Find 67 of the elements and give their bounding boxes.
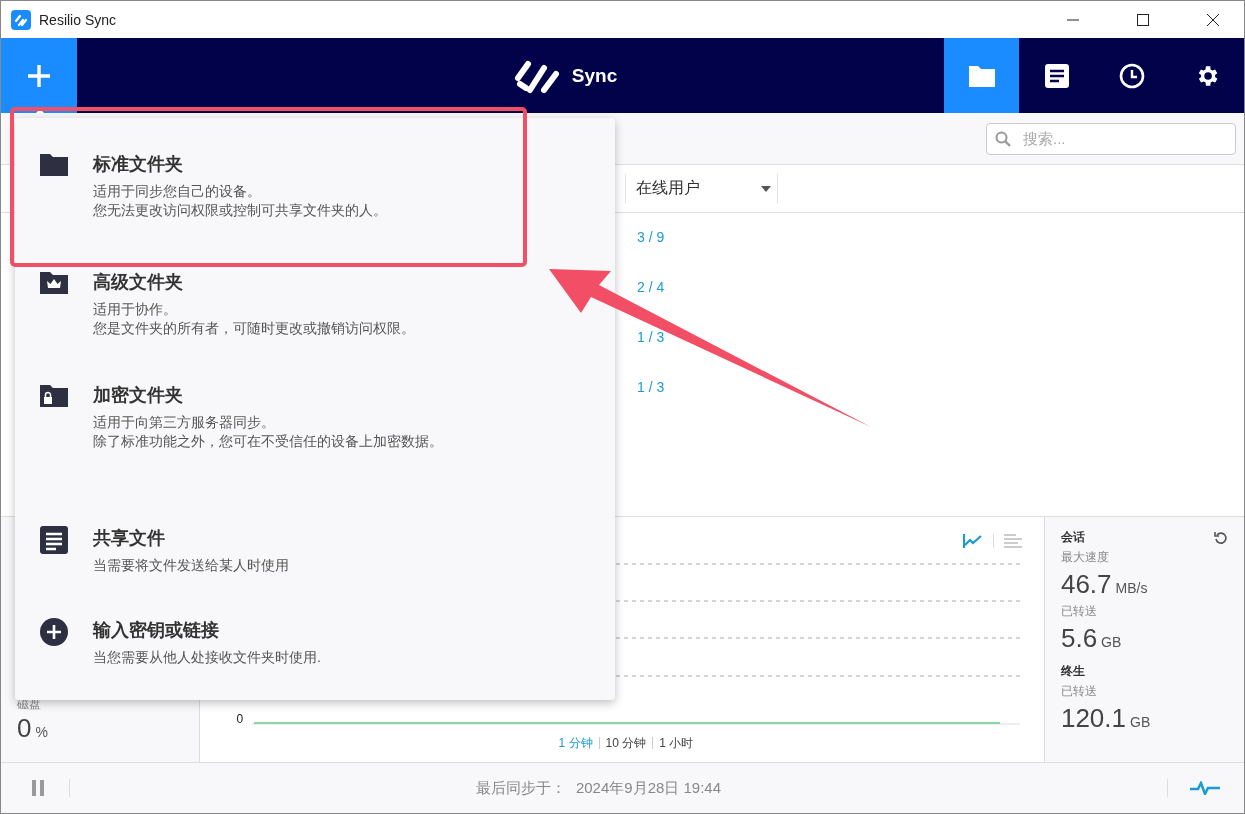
stat-unit: GB <box>1130 714 1151 730</box>
line-chart-icon <box>962 533 983 549</box>
lock-folder-icon <box>40 383 68 407</box>
stat-value: 46.7 <box>1060 569 1112 600</box>
plus-circle-icon <box>40 618 68 646</box>
menu-item-title: 输入密钥或链接 <box>93 619 220 642</box>
table-cell-text: 1 / 3 <box>637 379 666 397</box>
folder-icon <box>40 152 68 176</box>
disk-value: 0 <box>17 713 32 744</box>
clock-icon <box>1118 62 1145 89</box>
menu-item-description: 您是文件夹的所有者，可随时更改或撤销访问权限。 <box>93 319 415 338</box>
menu-item[interactable]: 标准文件夹 适用于同步您自己的设备。 您无法更改访问权限或控制可共享文件夹的人。 <box>40 152 387 220</box>
menu-item-description: 适用于同步您自己的设备。 <box>93 182 262 201</box>
stat-label: 已转送 <box>1060 683 1098 700</box>
document-icon <box>1044 63 1069 88</box>
menu-item[interactable]: 高级文件夹 适用于协作。 您是文件夹的所有者，可随时更改或撤销访问权限。 <box>40 270 415 338</box>
menu-item-description: 您无法更改访问权限或控制可共享文件夹的人。 <box>93 201 387 220</box>
pause-icon <box>31 780 45 796</box>
time-range-tab[interactable]: 10 分钟 <box>599 734 653 752</box>
window-title: Resilio Sync <box>39 11 118 28</box>
menu-item[interactable]: 共享文件 当需要将文件发送给某人时使用 <box>40 526 289 575</box>
maximize-icon <box>1137 13 1149 26</box>
menu-item-description: 当您需要从他人处接收文件夹时使用. <box>93 648 321 667</box>
menu-item-title: 加密文件夹 <box>93 384 184 407</box>
search-field[interactable]: 搜索... <box>986 122 1236 155</box>
status-time: 2024年9月28日 19:44 <box>575 778 722 798</box>
menu-item-title: 标准文件夹 <box>93 153 184 176</box>
add-button[interactable] <box>1 38 77 113</box>
axis-tick-label: 0 <box>236 712 244 726</box>
menu-item-description: 当需要将文件发送给某人时使用 <box>93 556 289 575</box>
table-cell-text: 2 / 4 <box>637 279 666 297</box>
menu-item-description: 适用于协作。 <box>93 300 178 319</box>
search-icon <box>995 130 1011 147</box>
caret-icon <box>761 185 771 192</box>
plus-icon <box>27 63 51 88</box>
stat-unit: GB <box>1101 634 1122 650</box>
stat-label: 最大速度 <box>1060 549 1110 566</box>
status-label: 最后同步于： <box>475 778 566 798</box>
menu-item-description: 适用于向第三方服务器同步。 <box>93 413 276 432</box>
menu-item-title: 共享文件 <box>93 527 166 550</box>
menu-item[interactable]: 加密文件夹 适用于向第三方服务器同步。 除了标准功能之外，您可在不受信任的设备上加密数据。 <box>40 383 443 451</box>
logo-text: Sync <box>571 64 618 87</box>
stat-value: 120.1 <box>1060 703 1127 734</box>
stat-label: 已转送 <box>1060 603 1098 620</box>
menu-item-description: 除了标准功能之外，您可在不受信任的设备上加密数据。 <box>93 432 443 451</box>
chart-view-button[interactable] <box>962 533 983 549</box>
crown-folder-icon <box>40 270 68 294</box>
time-range-tab[interactable]: 1 小时 <box>653 734 700 752</box>
column-label: 在线用户 <box>636 178 700 198</box>
section-title: 终生 <box>1060 663 1086 680</box>
menu-item-title: 高级文件夹 <box>93 271 184 294</box>
section-title: 会话 <box>1060 529 1085 546</box>
table-cell-text: 1 / 3 <box>637 329 666 347</box>
pulse-icon <box>1190 781 1220 795</box>
column-header[interactable]: 在线用户 <box>625 173 778 204</box>
stat-value: 5.6 <box>1060 623 1098 654</box>
bar-list-icon <box>1003 534 1022 548</box>
table-cell-text: 3 / 9 <box>637 229 666 247</box>
close-icon <box>1207 13 1219 26</box>
stat-unit: MB/s <box>1115 580 1148 596</box>
menu-item[interactable]: 输入密钥或链接 当您需要从他人处接收文件夹时使用. <box>40 618 321 667</box>
reset-icon[interactable] <box>1214 530 1228 545</box>
app-logo-icon <box>11 9 31 30</box>
disk-unit: % <box>35 724 48 740</box>
document-icon <box>40 526 68 554</box>
folder-icon <box>968 64 995 87</box>
chart-view-button[interactable] <box>1003 534 1022 548</box>
